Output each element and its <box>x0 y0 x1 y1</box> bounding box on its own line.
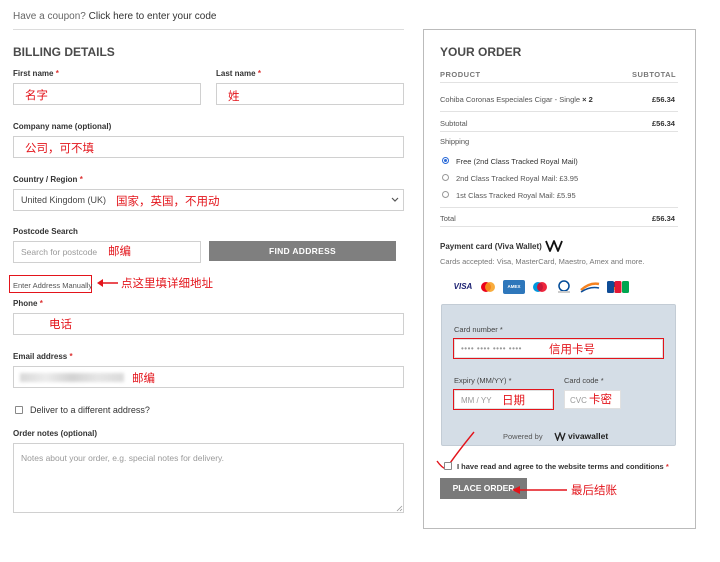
subtotal-value: £56.34 <box>652 119 675 128</box>
first-name-label: First name * <box>13 69 59 78</box>
postcode-annotation: 邮编 <box>108 244 131 258</box>
expiry-annotation: 日期 <box>502 393 525 407</box>
country-label: Country / Region * <box>13 175 83 184</box>
arrow-left-icon <box>512 486 567 494</box>
subtotal-label: Subtotal <box>440 119 468 128</box>
order-item-price: £56.34 <box>652 95 675 104</box>
divider <box>13 29 404 30</box>
discover-logo-icon <box>580 282 600 293</box>
divider <box>440 226 678 227</box>
postcode-placeholder: Search for postcode <box>21 247 98 257</box>
total-value: £56.34 <box>652 214 675 223</box>
amex-logo-icon: AMEX <box>503 280 525 294</box>
shipping-option-radio[interactable] <box>442 191 449 198</box>
order-notes-placeholder: Notes about your order, e.g. special not… <box>21 453 225 463</box>
cvc-placeholder: CVC <box>570 396 587 405</box>
viva-wallet-brand: vivawallet <box>568 431 609 441</box>
coupon-notice: Have a coupon? Click here to enter your … <box>13 11 216 22</box>
cvc-annotation: 卡密 <box>589 392 612 406</box>
email-label: Email address * <box>13 352 73 361</box>
resize-handle-icon[interactable] <box>396 505 403 512</box>
company-annotation: 公司，可不填 <box>25 141 94 155</box>
coupon-link[interactable]: Click here to enter your code <box>89 11 217 22</box>
shipping-option-radio[interactable] <box>442 174 449 181</box>
cvc-label: Card code * <box>564 376 604 385</box>
arrow-left-icon <box>97 279 118 287</box>
last-name-annotation: 姓 <box>228 89 240 103</box>
shipping-option-radio[interactable] <box>442 157 449 164</box>
last-name-label: Last name * <box>216 69 261 78</box>
email-blurred-value <box>20 373 124 382</box>
terms-link[interactable]: terms and conditions <box>588 462 664 471</box>
find-address-button[interactable]: FIND ADDRESS <box>209 241 396 261</box>
postcode-label: Postcode Search <box>13 227 78 236</box>
viva-logo-icon <box>554 432 566 441</box>
divider <box>440 207 678 208</box>
deliver-different-checkbox[interactable] <box>15 406 23 414</box>
powered-by-text: Powered by <box>503 432 543 441</box>
phone-annotation: 电话 <box>49 317 72 331</box>
country-value: United Kingdom (UK) <box>21 195 107 205</box>
col-product: PRODUCT <box>440 70 481 79</box>
mastercard-logo-icon <box>481 282 495 292</box>
company-label: Company name (optional) <box>13 122 112 131</box>
col-subtotal: SUBTOTAL <box>632 70 677 79</box>
jcb-logo-icon <box>607 281 629 293</box>
last-name-input[interactable] <box>216 83 404 105</box>
payment-title: Payment card (Viva Wallet) <box>440 242 542 251</box>
card-number-placeholder: •••• •••• •••• •••• <box>461 344 522 353</box>
first-name-annotation: 名字 <box>25 88 48 102</box>
country-annotation: 国家，英国，不用动 <box>116 194 220 208</box>
expiry-placeholder: MM / YY <box>461 396 492 405</box>
card-number-annotation: 信用卡号 <box>549 342 595 356</box>
place-order-annotation: 最后结账 <box>571 483 617 497</box>
divider <box>440 111 678 112</box>
terms-checkbox[interactable] <box>444 462 452 470</box>
phone-label: Phone * <box>13 299 43 308</box>
billing-title: BILLING DETAILS <box>13 45 115 59</box>
shipping-option-label: 2nd Class Tracked Royal Mail: £3.95 <box>456 174 579 183</box>
maestro-logo-icon <box>533 282 547 292</box>
terms-text: I have read and agree to the website ter… <box>457 462 669 471</box>
card-number-label: Card number * <box>454 325 503 334</box>
deliver-different-label: Deliver to a different address? <box>30 405 150 415</box>
manual-address-link[interactable]: Enter Address Manually <box>13 281 92 290</box>
shipping-option-label: 1st Class Tracked Royal Mail: £5.95 <box>456 191 576 200</box>
coupon-prefix: Have a coupon? <box>13 11 86 22</box>
email-annotation: 邮编 <box>132 371 155 385</box>
expiry-label: Expiry (MM/YY) * <box>454 376 512 385</box>
shipping-label: Shipping <box>440 137 470 146</box>
order-item-name: Cohiba Coronas Especiales Cigar - Single… <box>440 95 593 104</box>
diners-club-logo-icon <box>558 280 570 293</box>
divider <box>440 82 678 83</box>
chevron-down-icon[interactable] <box>391 197 399 203</box>
shipping-option-label: Free (2nd Class Tracked Royal Mail) <box>456 157 578 166</box>
visa-logo-icon: VISA <box>453 282 473 291</box>
divider <box>440 131 678 132</box>
cards-accepted-text: Cards accepted: Visa, MasterCard, Maestr… <box>440 257 645 266</box>
total-label: Total <box>440 214 456 223</box>
manual-address-annotation: 点这里填详细地址 <box>121 276 213 290</box>
order-notes-label: Order notes (optional) <box>13 429 97 438</box>
viva-wallet-logo-icon <box>545 240 563 252</box>
order-title: YOUR ORDER <box>440 45 522 59</box>
